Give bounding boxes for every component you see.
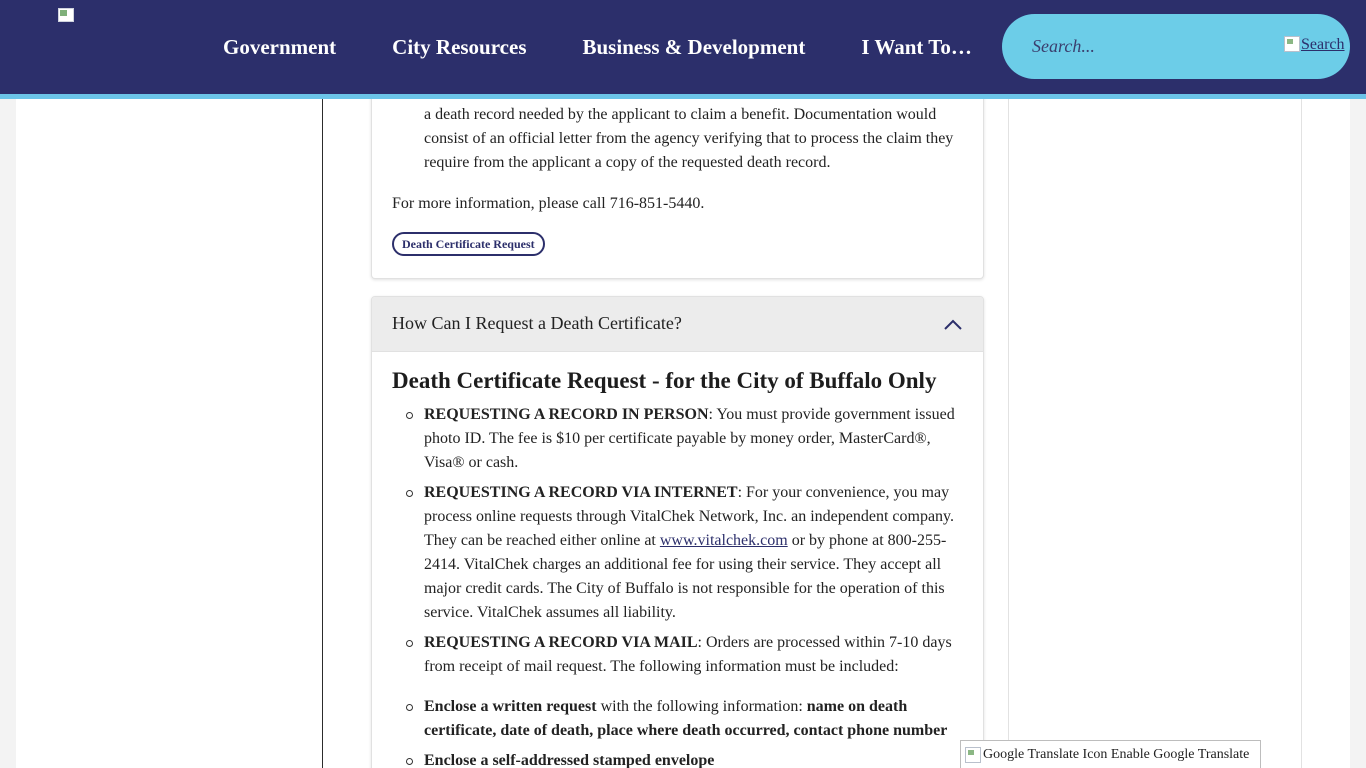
list-item: Enclose a self-addressed stamped envelop… — [392, 749, 962, 768]
header-accent-rule — [0, 94, 1366, 99]
list-item-heading: REQUESTING A RECORD IN PERSON — [424, 406, 709, 423]
search-icon — [1284, 36, 1300, 52]
list-item: REQUESTING A RECORD VIA MAIL: Orders are… — [392, 631, 962, 679]
list-item-heading: Enclose a written request — [424, 698, 597, 715]
search-input[interactable] — [1032, 14, 1272, 79]
left-column-divider — [322, 99, 323, 768]
google-translate-button[interactable]: Google Translate Icon Enable Google Tran… — [960, 740, 1261, 768]
site-header: Government City Resources Business & Dev… — [0, 0, 1366, 94]
more-info-text: For more information, please call 716-85… — [392, 195, 705, 212]
search-button[interactable]: Search — [1284, 36, 1345, 54]
list-item-continuation: a death record needed by the applicant t… — [424, 106, 954, 171]
search-button-label: Search — [1301, 36, 1345, 53]
site-logo[interactable] — [58, 8, 74, 22]
nav-item-government[interactable]: Government — [195, 35, 364, 60]
vitalchek-link[interactable]: www.vitalchek.com — [660, 532, 788, 549]
death-certificate-request-tag[interactable]: Death Certificate Request — [392, 232, 545, 256]
nav-item-business-development[interactable]: Business & Development — [555, 35, 834, 60]
accordion-header[interactable]: How Can I Request a Death Certificate? — [372, 297, 983, 352]
list-item-heading: REQUESTING A RECORD VIA MAIL — [424, 634, 698, 651]
list-item-heading: REQUESTING A RECORD VIA INTERNET — [424, 484, 738, 501]
search-box: Search — [1002, 14, 1350, 79]
google-translate-icon — [965, 746, 981, 763]
google-translate-label: Google Translate Icon Enable Google Tran… — [983, 746, 1250, 762]
list-item-text: with the following information: — [596, 698, 807, 715]
list-item: REQUESTING A RECORD VIA INTERNET: For yo… — [392, 481, 962, 625]
nav-item-city-resources[interactable]: City Resources — [364, 35, 554, 60]
nav-item-i-want-to[interactable]: I Want To… — [833, 35, 1000, 60]
list-item-heading: Enclose a self-addressed stamped envelop… — [424, 752, 715, 768]
list-item: Enclose a written request with the follo… — [392, 695, 962, 743]
chevron-up-icon — [944, 319, 962, 330]
accordion-title: How Can I Request a Death Certificate? — [392, 313, 682, 333]
accordion-panel-request: How Can I Request a Death Certificate? D… — [371, 296, 984, 768]
main-nav: Government City Resources Business & Dev… — [195, 0, 1000, 94]
right-sidebar — [1008, 99, 1302, 768]
request-methods-list: REQUESTING A RECORD IN PERSON: You must … — [392, 403, 962, 768]
section-title: Death Certificate Request - for the City… — [392, 368, 937, 393]
list-item: REQUESTING A RECORD IN PERSON: You must … — [392, 403, 962, 475]
